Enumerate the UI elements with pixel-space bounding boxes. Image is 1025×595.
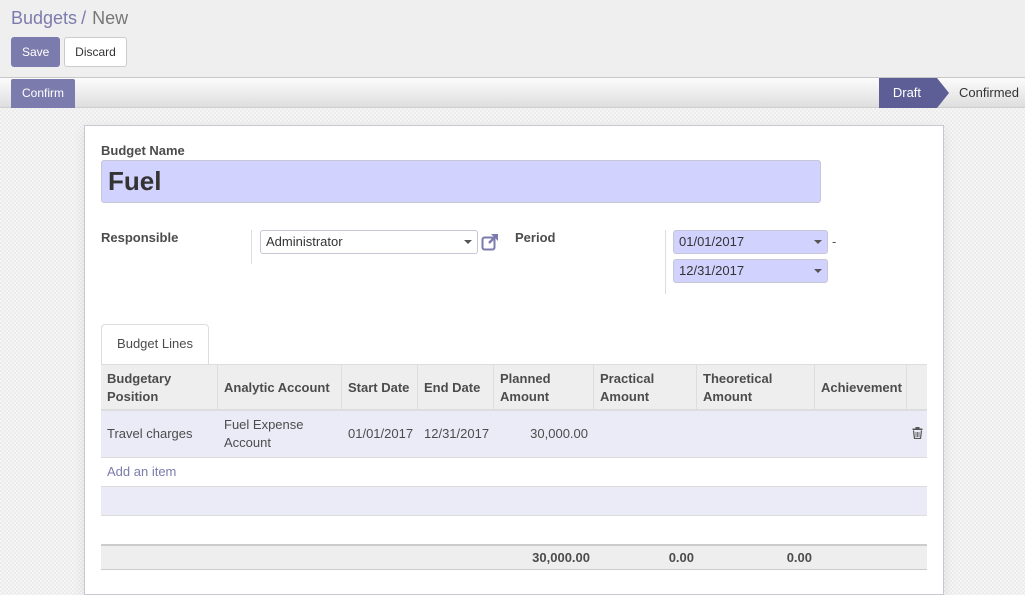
responsible-select[interactable]: Administrator	[260, 230, 478, 254]
cell-budgetary-position[interactable]: Travel charges	[101, 411, 218, 457]
trash-icon[interactable]	[912, 427, 923, 439]
total-planned-amount: 30,000.00	[532, 550, 590, 565]
status-list: Draft Confirmed	[878, 78, 1025, 108]
control-panel: Budgets / New Save Discard	[0, 0, 1025, 78]
budget-name-input[interactable]: Fuel	[101, 160, 821, 203]
breadcrumb-separator: /	[81, 8, 87, 28]
responsible-label: Responsible	[101, 230, 179, 245]
period-separator: -	[832, 234, 837, 249]
period-label: Period	[515, 230, 556, 245]
tab-budget-lines[interactable]: Budget Lines	[101, 324, 209, 364]
period-start-value: 01/01/2017	[679, 234, 745, 249]
responsible-value: Administrator	[266, 234, 343, 249]
confirm-button[interactable]: Confirm	[11, 79, 75, 108]
statusbar: Confirm Draft Confirmed	[0, 78, 1025, 108]
column-header-achievement[interactable]: Achievement	[815, 365, 907, 410]
period-start-input[interactable]: 01/01/2017	[673, 230, 828, 254]
column-header-start-date[interactable]: Start Date	[342, 365, 418, 410]
external-link-icon[interactable]	[481, 233, 499, 251]
caret-down-icon	[814, 269, 822, 273]
add-item-link[interactable]: Add an item	[107, 464, 176, 479]
period-end-value: 12/31/2017	[679, 263, 745, 278]
column-header-planned-amount[interactable]: Planned Amount	[494, 365, 594, 410]
discard-button[interactable]: Discard	[64, 37, 127, 67]
column-header-theoretical-amount[interactable]: Theoretical Amount	[697, 365, 815, 410]
breadcrumb-current: New	[92, 8, 129, 28]
total-theoretical-amount: 0.00	[786, 550, 812, 565]
add-item-row: Add an item	[101, 458, 927, 487]
table-footer: 30,000.00 0.00 0.00	[101, 544, 927, 570]
save-button[interactable]: Save	[11, 37, 60, 67]
budget-name-label: Budget Name	[101, 143, 185, 158]
divider	[665, 230, 666, 294]
column-header-budgetary-position[interactable]: Budgetary Position	[101, 365, 218, 410]
table-row[interactable]: Travel charges Fuel Expense Account 01/0…	[101, 411, 927, 458]
status-confirmed[interactable]: Confirmed	[949, 78, 1025, 108]
breadcrumb: Budgets / New	[11, 8, 128, 29]
cell-start-date[interactable]: 01/01/2017	[342, 411, 418, 457]
breadcrumb-budgets-link[interactable]: Budgets	[11, 8, 77, 28]
column-header-end-date[interactable]: End Date	[418, 365, 494, 410]
caret-down-icon	[464, 240, 472, 244]
empty-row	[101, 487, 927, 516]
column-header-practical-amount[interactable]: Practical Amount	[594, 365, 697, 410]
cell-end-date[interactable]: 12/31/2017	[418, 411, 494, 457]
total-practical-amount: 0.00	[668, 550, 694, 565]
status-draft: Draft	[878, 78, 950, 108]
caret-down-icon	[814, 240, 822, 244]
period-end-input[interactable]: 12/31/2017	[673, 259, 828, 283]
cell-analytic-account[interactable]: Fuel Expense Account	[218, 411, 342, 457]
column-header-analytic-account[interactable]: Analytic Account	[218, 365, 342, 410]
divider	[251, 230, 252, 264]
form-sheet: Budget Name Fuel Responsible Administrat…	[84, 125, 944, 595]
budget-lines-table: Budgetary Position Analytic Account Star…	[101, 364, 927, 570]
cell-planned-amount[interactable]: 30,000.00	[494, 411, 594, 457]
table-header: Budgetary Position Analytic Account Star…	[101, 364, 927, 411]
